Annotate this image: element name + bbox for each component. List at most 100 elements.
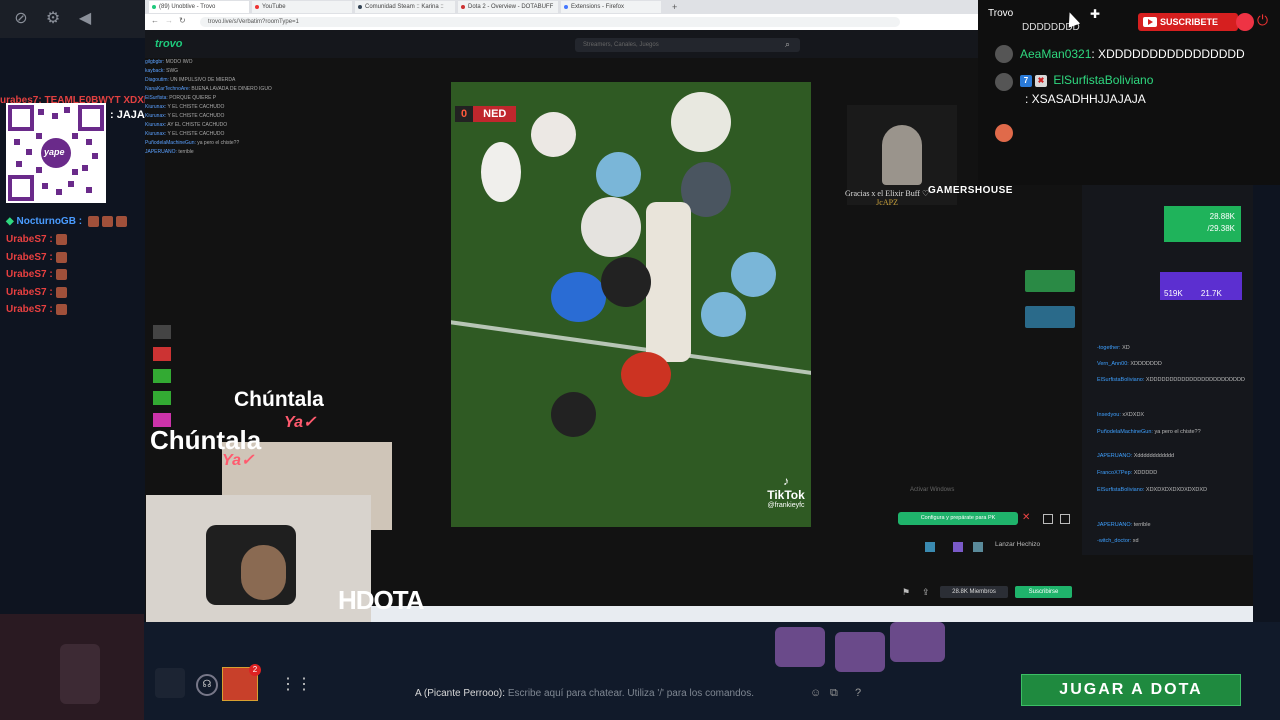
- chat-row: ElSurfistaBoliviano: XDDDDDDDDDDDDDDDDDD…: [1097, 377, 1245, 383]
- browser-tab[interactable]: Dota 2 - Overview - DOTABUFF: [458, 1, 558, 13]
- search-icon[interactable]: ⌕: [785, 39, 790, 50]
- dota-chat-input[interactable]: A (Picante Perrooo): Escribe aquí para c…: [415, 688, 754, 699]
- platform-label: Trovo: [988, 8, 1014, 19]
- headset-icon[interactable]: ☊: [196, 674, 218, 696]
- youtube-subscribe-badge[interactable]: SUSCRIBETE: [1138, 13, 1238, 31]
- donation-text: Gracias x el Elixir Buff ♡: [845, 189, 930, 198]
- spell-icon[interactable]: [953, 542, 963, 552]
- sidebar-icon[interactable]: [153, 391, 171, 405]
- avatar: [995, 73, 1013, 91]
- score-value: 0: [455, 106, 474, 122]
- help-icon[interactable]: ?: [855, 687, 861, 699]
- streamer-head: [241, 545, 286, 600]
- chat-row: ElSurfista: PORQUE QUIERE P: [145, 95, 217, 101]
- browser-tab[interactable]: Extensions - Firefox: [561, 1, 661, 13]
- stats-value: 28.88K: [1209, 212, 1235, 221]
- room-camera: [0, 614, 144, 720]
- player-figure: [596, 152, 641, 197]
- chat-placeholder: Escribe aquí para chatear. Utiliza '/' p…: [507, 688, 754, 699]
- browser-tab[interactable]: Comunidad Steam :: Karina ::: [355, 1, 455, 13]
- chat-row: PuñodelaMachineGun: ya pero el chiste??: [1097, 429, 1201, 435]
- grid-menu-icon[interactable]: ⋮⋮: [280, 674, 312, 694]
- puzzle-icon[interactable]: ✚: [1090, 7, 1100, 21]
- search-input[interactable]: Streamers, Canales, Juegos: [575, 38, 800, 52]
- chat-user: ◆ NocturnoGB :: [6, 216, 127, 227]
- chat-row: NanaKarTechnoAre: BUENA LAVADA DE DINERO…: [145, 86, 272, 92]
- player-figure: [646, 202, 691, 362]
- sidebar-icon[interactable]: [153, 369, 171, 383]
- chat-row: Kiurunax: Y EL CHISTE CACHUDO: [145, 104, 225, 110]
- spell-icon[interactable]: [973, 542, 983, 552]
- share-icon[interactable]: ⇪: [922, 587, 930, 598]
- trovo-logo[interactable]: trovo: [155, 38, 183, 50]
- bell-icon[interactable]: [1236, 13, 1254, 31]
- sidebar-icons: [153, 325, 173, 435]
- chat-row: -together: XD: [1097, 345, 1130, 351]
- player-figure: [621, 352, 671, 397]
- back-icon[interactable]: ←: [151, 16, 159, 25]
- player-figure: [551, 392, 596, 437]
- stat-left: 519K: [1164, 289, 1183, 298]
- chest-icon: [835, 632, 885, 672]
- new-tab-icon[interactable]: +: [672, 2, 677, 12]
- sidebar-icon[interactable]: [153, 347, 171, 361]
- cast-spell-button[interactable]: Lanzar Hechizo: [995, 541, 1040, 548]
- steam-icon[interactable]: ⊘: [12, 10, 30, 28]
- emoji-icon[interactable]: ☺: [810, 687, 821, 699]
- purple-stats: 519K 21.7K: [1160, 272, 1242, 300]
- chat-user: UrabeS7 :: [6, 304, 67, 315]
- chat-row: ElSurfistaBoliviano: XDXDXDXDXDXDXDXD: [1097, 487, 1208, 493]
- fullscreen-icon[interactable]: [1043, 514, 1053, 524]
- expand-icon[interactable]: [1060, 514, 1070, 524]
- sidebar-icon[interactable]: [153, 325, 171, 339]
- back-arrow-icon[interactable]: ◀: [76, 10, 94, 28]
- chat-row: Kiurunax: Y EL CHISTE CACHUDO: [145, 113, 225, 119]
- browser-tab[interactable]: YouTube: [252, 1, 352, 13]
- silhouette: [882, 125, 922, 185]
- pk-button[interactable]: Configura y prepárate para PK: [898, 512, 1018, 525]
- url-field[interactable]: trovo.live/s/Verbatim?roomType=1: [200, 17, 900, 27]
- stat-right: 21.7K: [1200, 289, 1222, 298]
- browser-tab[interactable]: (89) Unobtive - Trovo: [149, 1, 249, 13]
- chat-user: UrabeS7 :: [6, 234, 67, 245]
- power-icon[interactable]: ⏻: [1257, 12, 1268, 29]
- chat-channel: A (Picante Perrooo):: [415, 688, 506, 699]
- level-badge: 7: [1020, 74, 1032, 87]
- chat-row: JAPERUANO: terrible: [145, 149, 194, 155]
- tiktok-watermark: ♪ TikTok @frankieyfc: [761, 474, 811, 509]
- subscribe-button[interactable]: Suscribirse: [1015, 586, 1072, 598]
- x-badge-icon: ✖: [1035, 74, 1047, 87]
- chat-user: UrabeS7 :: [6, 252, 67, 263]
- chat-row: Diagoutim: UN IMPULSIVO DE MIERDA: [145, 77, 236, 83]
- chair-silhouette: [60, 644, 100, 704]
- gift-widget[interactable]: [1025, 306, 1075, 328]
- members-button[interactable]: 28.8K Miembros: [940, 586, 1008, 598]
- hero-avatar[interactable]: 2: [222, 664, 261, 701]
- chuntala-text: Chúntala: [234, 388, 324, 411]
- overlay-chat-message: 7 ✖ ElSurfistaBoliviano: [1020, 73, 1153, 87]
- hud-slot[interactable]: [155, 668, 185, 698]
- chat-row: gilgbgbr: MODO IWO: [145, 59, 193, 65]
- scoreboard: 0 NED: [455, 106, 517, 122]
- flag-icon[interactable]: ⚑: [902, 587, 910, 598]
- chat-row: Kiurunax: AY EL CHISTE CACHUDO: [145, 122, 228, 128]
- chest-icon: [775, 627, 825, 667]
- gear-icon[interactable]: ⚙: [44, 10, 62, 28]
- play-dota-button[interactable]: JUGAR A DOTA: [1021, 674, 1241, 706]
- chat-user: UrabeS7 :: [6, 269, 67, 280]
- reload-icon[interactable]: ↻: [179, 16, 186, 25]
- spell-icon[interactable]: [925, 542, 935, 552]
- translate-icon[interactable]: ⧉: [830, 687, 838, 700]
- player-figure: [581, 197, 641, 257]
- forward-icon[interactable]: →: [165, 16, 173, 25]
- player-figure: [551, 272, 606, 322]
- close-icon[interactable]: ✕: [1022, 512, 1030, 523]
- yape-qr-code: yape: [6, 103, 106, 203]
- team-name: NED: [473, 106, 517, 122]
- video-player[interactable]: 0 NED ♪ TikTok @frankieyfc: [451, 82, 811, 527]
- overlay-chat-message: AeaMan0321: XDDDDDDDDDDDDDDDD: [1020, 47, 1245, 61]
- gift-widget[interactable]: [1025, 270, 1075, 292]
- hdota-logo: HDOTA: [338, 585, 425, 615]
- tiktok-brand: TikTok: [767, 488, 805, 502]
- subscribe-text: SUSCRIBETE: [1160, 17, 1219, 27]
